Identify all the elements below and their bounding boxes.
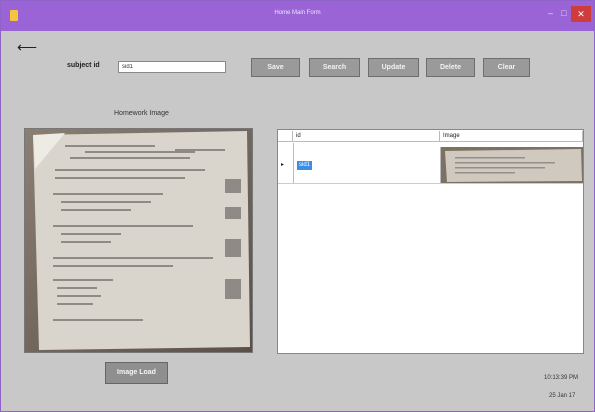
homework-photo bbox=[24, 128, 253, 353]
delete-button[interactable]: Delete bbox=[426, 58, 475, 77]
minimize-button[interactable]: – bbox=[548, 8, 553, 18]
clock-time: 10:13:39 PM bbox=[544, 375, 579, 381]
homework-image-heading: Homework Image bbox=[114, 110, 169, 117]
table-corner-header bbox=[278, 131, 293, 142]
close-button[interactable]: ✕ bbox=[571, 6, 591, 22]
subject-id-label: subject id bbox=[67, 62, 100, 69]
app-window: Home Main Form – □ ✕ ⟵ subject id Save S… bbox=[0, 0, 595, 412]
table-row[interactable]: ▸ sid1 bbox=[278, 143, 583, 184]
subject-id-input[interactable] bbox=[118, 61, 226, 73]
table-cell-image-thumbnail bbox=[441, 147, 583, 183]
title-bar: Home Main Form – □ ✕ bbox=[1, 1, 594, 31]
back-arrow-icon[interactable]: ⟵ bbox=[17, 39, 37, 56]
update-button[interactable]: Update bbox=[368, 58, 419, 77]
row-current-marker-icon: ▸ bbox=[281, 162, 285, 168]
column-header-id[interactable]: id bbox=[293, 131, 440, 142]
search-button[interactable]: Search bbox=[309, 58, 360, 77]
column-header-image[interactable]: Image bbox=[440, 131, 583, 142]
table-cell-image[interactable] bbox=[440, 147, 583, 183]
clock-date: 25 Jan 17 bbox=[549, 393, 576, 399]
clear-button[interactable]: Clear bbox=[483, 58, 530, 77]
image-load-button[interactable]: Image Load bbox=[105, 362, 168, 384]
table-cell-id[interactable]: sid1 bbox=[297, 161, 313, 170]
homework-photo-drawing bbox=[25, 129, 252, 352]
maximize-button[interactable]: □ bbox=[561, 8, 566, 18]
save-button[interactable]: Save bbox=[251, 58, 300, 77]
records-table[interactable]: id Image ▸ sid1 bbox=[277, 129, 584, 354]
row-header-divider bbox=[293, 143, 294, 183]
window-title: Home Main Form bbox=[274, 10, 321, 16]
